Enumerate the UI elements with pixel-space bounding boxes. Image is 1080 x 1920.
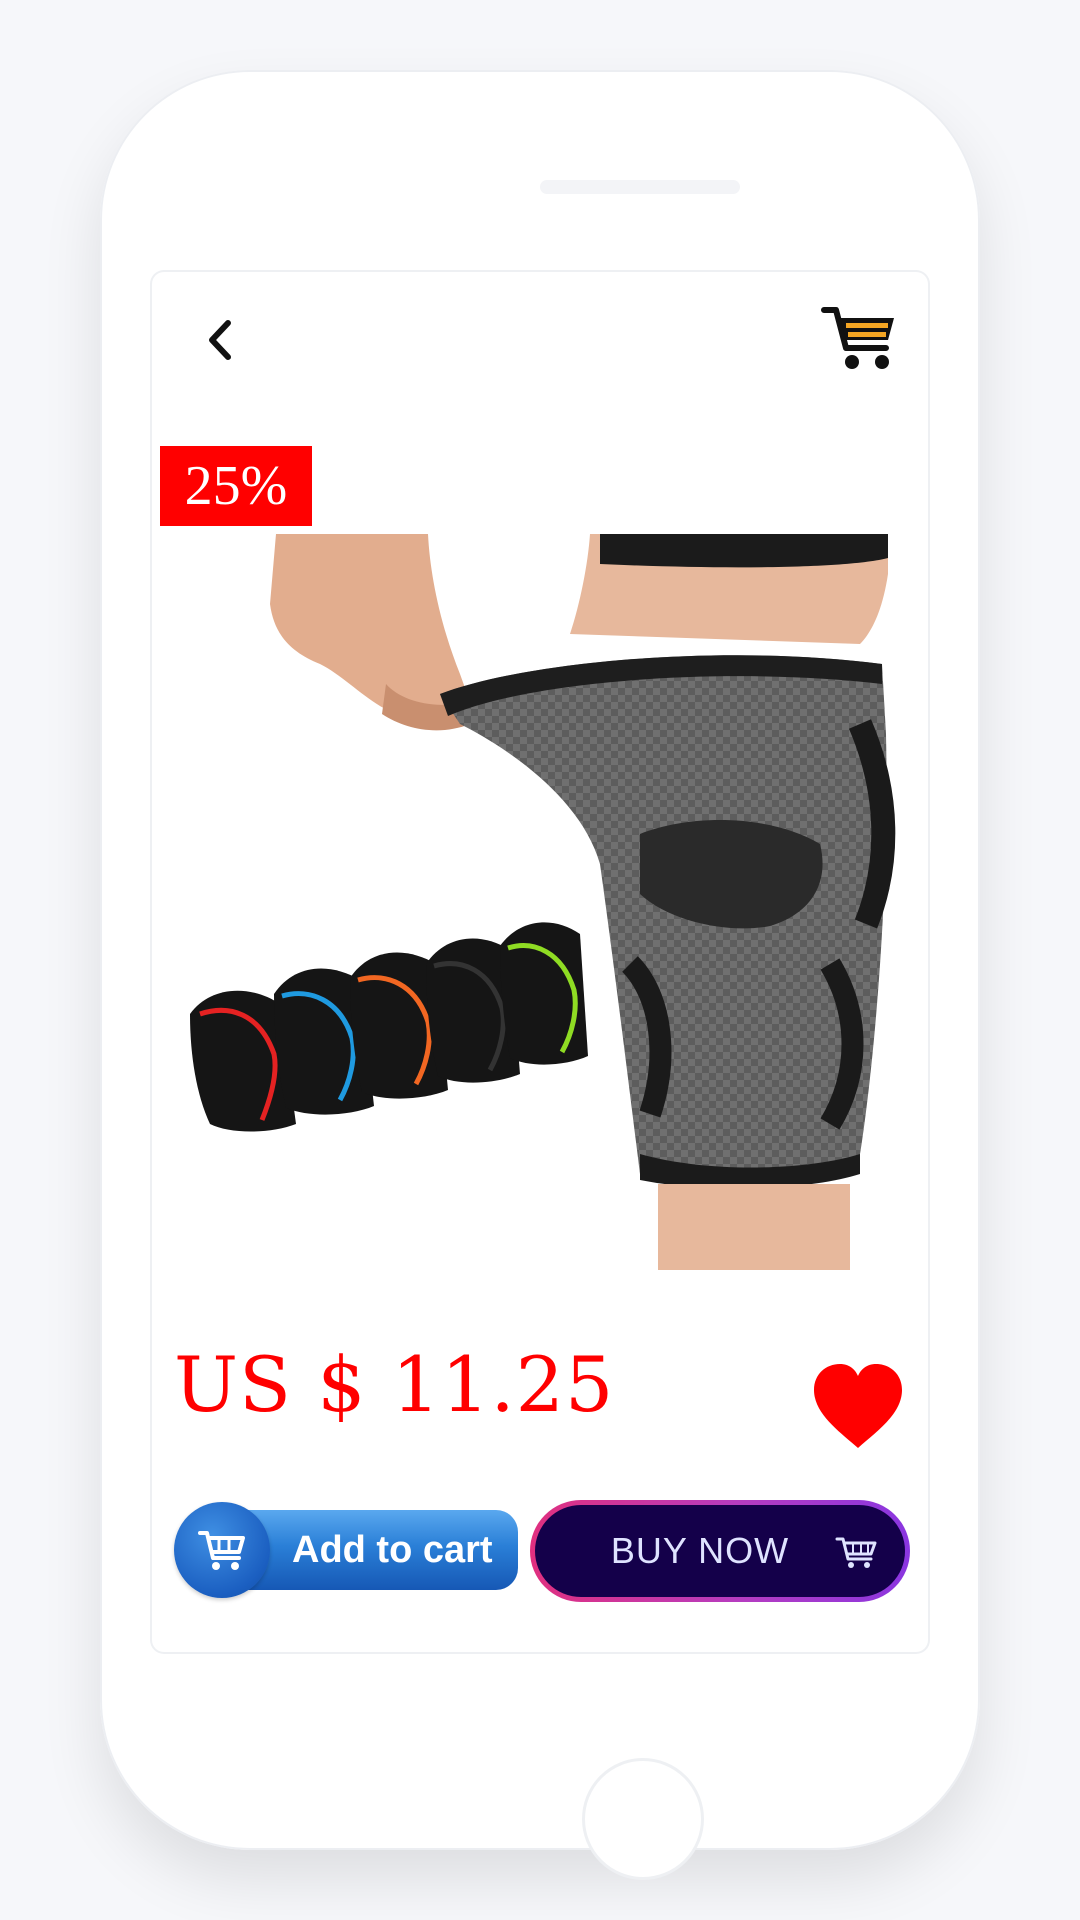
phone-speaker (540, 180, 740, 194)
shopping-cart-icon (198, 1531, 245, 1570)
heart-icon (814, 1364, 902, 1448)
shopping-cart-icon (835, 1537, 877, 1568)
knee-sleeve-illustration (190, 534, 896, 1270)
home-button (582, 1758, 704, 1880)
buy-now-label: BUY NOW (610, 1530, 790, 1571)
discount-badge: 25% (160, 446, 312, 526)
product-price: US $ 11.25 (174, 1340, 615, 1429)
add-to-cart-button[interactable]: Add to cart (174, 1502, 518, 1598)
back-button[interactable] (190, 310, 250, 370)
add-to-cart-icon-circle (174, 1502, 270, 1598)
product-screen: 25% US $ 11.25 Add to cart BUY NOW (152, 272, 928, 1652)
add-to-cart-label: Add to cart (292, 1528, 493, 1571)
shopping-cart-icon (821, 307, 894, 369)
buy-now-button[interactable]: BUY NOW (530, 1500, 910, 1602)
wishlist-button[interactable] (810, 1362, 906, 1452)
product-image (170, 534, 914, 1270)
buy-now-inner: BUY NOW (535, 1505, 905, 1597)
cart-button[interactable] (820, 302, 900, 374)
chevron-left-icon (209, 320, 231, 360)
